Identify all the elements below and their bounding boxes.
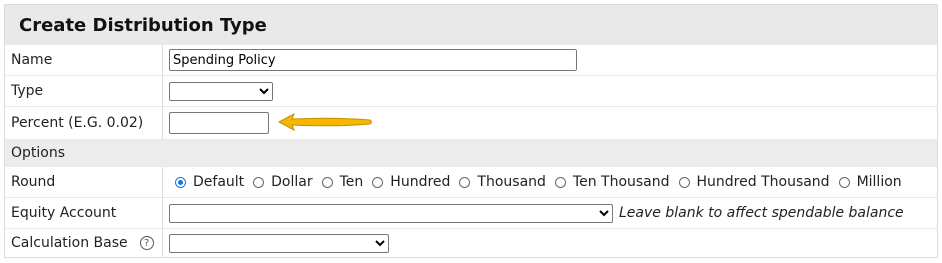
left-arrow-icon xyxy=(277,112,372,132)
calculation-base-label: Calculation Base xyxy=(11,235,128,251)
radio-icon[interactable] xyxy=(253,176,265,188)
options-label: Options xyxy=(5,140,937,166)
round-option-hundred[interactable]: Hundred xyxy=(366,174,450,190)
round-option-million[interactable]: Million xyxy=(833,174,902,190)
calculation-base-label-cell: Calculation Base ? xyxy=(5,229,163,257)
radio-icon[interactable] xyxy=(321,176,333,188)
radio-icon[interactable] xyxy=(554,176,566,188)
round-radio-group: Default Dollar Ten Hundred Thousand Ten … xyxy=(169,174,905,190)
name-label: Name xyxy=(5,45,163,75)
calculation-base-value-cell xyxy=(163,229,937,257)
round-option-label: Hundred Thousand xyxy=(696,174,830,190)
page-title: Create Distribution Type xyxy=(19,15,267,36)
radio-icon[interactable] xyxy=(678,176,690,188)
round-row: Round Default Dollar Ten Hundred Thousan… xyxy=(5,167,937,197)
round-option-dollar[interactable]: Dollar xyxy=(247,174,313,190)
round-value-cell: Default Dollar Ten Hundred Thousand Ten … xyxy=(163,167,937,197)
percent-input[interactable] xyxy=(169,112,269,134)
radio-checked-icon[interactable] xyxy=(175,176,186,188)
options-row: Options xyxy=(5,140,937,166)
calculation-base-select[interactable] xyxy=(169,233,389,253)
equity-account-label: Equity Account xyxy=(5,198,163,228)
round-option-label: Ten xyxy=(339,174,364,190)
round-option-label: Thousand xyxy=(477,174,546,190)
radio-icon[interactable] xyxy=(372,176,384,188)
round-option-ten-thousand[interactable]: Ten Thousand xyxy=(549,174,670,190)
name-input[interactable] xyxy=(169,49,577,71)
question-circle-icon[interactable]: ? xyxy=(139,236,154,250)
radio-icon[interactable] xyxy=(838,176,850,188)
radio-icon[interactable] xyxy=(459,176,471,188)
round-option-label: Dollar xyxy=(271,174,313,190)
round-option-ten[interactable]: Ten xyxy=(316,174,364,190)
equity-account-row: Equity Account Leave blank to affect spe… xyxy=(5,198,937,228)
round-option-label: Default xyxy=(193,174,245,190)
round-option-label: Ten Thousand xyxy=(572,174,670,190)
equity-account-select[interactable] xyxy=(169,203,613,223)
round-option-thousand[interactable]: Thousand xyxy=(453,174,546,190)
calculation-base-row: Calculation Base ? xyxy=(5,229,937,257)
round-option-label: Million xyxy=(856,174,902,190)
percent-row: Percent (E.G. 0.02) xyxy=(5,107,937,139)
equity-account-value-cell: Leave blank to affect spendable balance xyxy=(163,198,937,228)
type-value-cell xyxy=(163,76,937,106)
round-option-label: Hundred xyxy=(390,174,451,190)
round-option-default[interactable]: Default xyxy=(169,174,244,190)
name-row: Name xyxy=(5,45,937,75)
round-option-hundred-thousand[interactable]: Hundred Thousand xyxy=(673,174,830,190)
type-row: Type xyxy=(5,76,937,106)
percent-label: Percent (E.G. 0.02) xyxy=(5,107,163,139)
type-select[interactable] xyxy=(169,81,273,101)
create-distribution-type-panel: Create Distribution Type Name Type Perce… xyxy=(4,4,938,258)
equity-account-hint: Leave blank to affect spendable balance xyxy=(619,205,904,221)
name-value-cell xyxy=(163,45,937,75)
round-label: Round xyxy=(5,167,163,197)
type-label: Type xyxy=(5,76,163,106)
